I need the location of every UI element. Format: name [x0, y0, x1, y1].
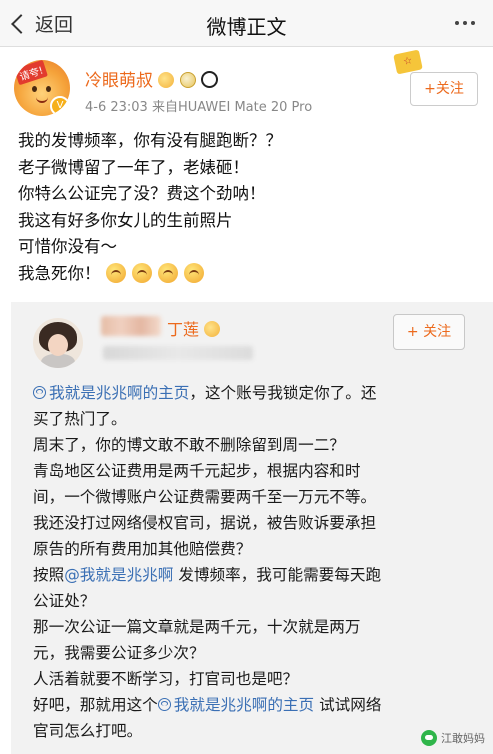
quoted-line: 那一次公证一篇文章就是两千元，十次就是两万	[33, 618, 361, 636]
quoted-line: 我就是兆兆啊的主页，这个账号我锁定你了。还	[33, 380, 489, 406]
crying-emoji-icon	[157, 262, 178, 283]
quoted-screenshot: 丁莲 + 关注 我就是兆兆啊的主页，这个账号我锁定你了。还 买了热门了。 周末了…	[11, 302, 493, 754]
blurred-meta	[103, 346, 253, 360]
quoted-author-avatar	[33, 318, 83, 368]
quoted-line: 间，一个微博账户公证费需要两千至一万元不等。	[33, 488, 377, 506]
quoted-line: 好吧，那就用这个 我就是兆兆啊的主页 试试网络	[33, 696, 382, 714]
quoted-line: 按照@我就是兆兆啊 发博频率，我可能需要每天跑	[33, 566, 382, 584]
quoted-body: 我就是兆兆啊的主页，这个账号我锁定你了。还 买了热门了。 周末了，你的博文敢不敢…	[33, 380, 489, 744]
author-name[interactable]: 冷眼萌叔	[85, 66, 219, 91]
quoted-line: 青岛地区公证费用是两千元起步，根据内容和时	[33, 462, 361, 480]
quoted-line: 元，我需要公证多少次？	[33, 644, 205, 662]
post-meta: 4-6 23:03 来自HUAWEI Mate 20 Pro	[85, 100, 313, 115]
blurred-name	[101, 316, 161, 336]
user-icon	[33, 386, 46, 399]
fan-flag-icon: ☆	[393, 49, 423, 75]
crying-emoji-icon	[131, 262, 152, 283]
user-icon	[157, 698, 171, 711]
post-line: 我急死你！	[18, 261, 478, 288]
account-link[interactable]: 我就是兆兆啊的主页	[33, 384, 189, 402]
watermark: 江敢妈妈	[421, 730, 485, 746]
medal-icon	[179, 72, 196, 88]
post-line: 你特么公证完了没？费这个劲呐！	[18, 184, 266, 203]
author-avatar[interactable]: 请夸! V	[14, 60, 70, 116]
crying-emoji-icon	[105, 262, 126, 283]
smiley-emoji-icon	[204, 321, 221, 337]
account-link[interactable]: 我就是兆兆啊的主页	[157, 696, 314, 714]
quoted-line: 人活着就要不断学习，打官司也是吧？	[33, 670, 299, 688]
post-line: 老子微博留了一年了，老婊砸！	[18, 157, 249, 177]
panda-icon	[201, 71, 219, 88]
follow-button[interactable]: +关注	[410, 72, 478, 106]
quoted-line: 我还没打过网络侵权官司，据说，被告败诉要承担	[33, 514, 377, 532]
quoted-line: 周末了，你的博文敢不敢不删除留到周一二？	[33, 436, 345, 454]
wechat-icon	[421, 730, 437, 746]
more-options-icon[interactable]	[455, 21, 475, 25]
post-body: 我的发博频率，你有没有腿跑断？？ 老子微博留了一年了，老婊砸！ 你特么公证完了没…	[18, 128, 478, 287]
quoted-follow-button: + 关注	[393, 314, 465, 350]
quoted-line: 原告的所有费用加其他赔偿费？	[33, 540, 252, 558]
mention-link[interactable]: @我就是兆兆啊	[64, 566, 173, 584]
quoted-line: 公证处？	[33, 592, 96, 610]
verified-badge-icon: V	[50, 96, 70, 116]
post-line: 我的发博频率，你有没有腿跑断？？	[18, 131, 282, 150]
post-line: 可惜你没有～	[18, 237, 117, 256]
quoted-author-name: 丁莲	[167, 316, 221, 340]
quoted-line: 买了热门了。	[33, 410, 127, 428]
page-title: 微博正文	[206, 15, 287, 39]
navigation-bar: 返回 微博正文	[0, 0, 493, 47]
smiley-emoji-icon	[158, 72, 175, 88]
crying-emoji-icon	[183, 262, 204, 283]
post-line: 我这有好多你女儿的生前照片	[18, 210, 233, 230]
